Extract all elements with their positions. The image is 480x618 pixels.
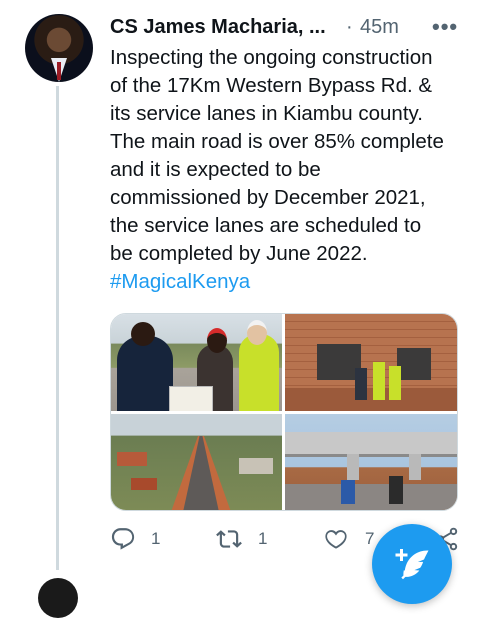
like-count: 7 <box>365 529 375 548</box>
tweet-text-line: its service lanes in Kiambu county. <box>110 102 423 125</box>
photo-underpass-construction[interactable] <box>285 314 457 411</box>
tweet-text-line: The main road is over 85% complete <box>110 130 444 153</box>
reply-button[interactable]: 1 <box>110 524 170 554</box>
compose-tweet-icon <box>395 549 429 580</box>
photo-map-sheet <box>169 386 213 411</box>
photo-overpass-bridge[interactable] <box>285 414 457 510</box>
reply-count: 1 <box>151 529 161 548</box>
next-tweet-avatar[interactable] <box>38 578 78 618</box>
tweet-text-line: be completed by June 2022. <box>110 242 368 265</box>
photo-worker-vest <box>239 334 279 411</box>
tweet-text-line: of the 17Km Western Bypass Rd. & <box>110 74 433 97</box>
photo-worker-head <box>247 320 267 345</box>
photo-road <box>285 484 457 510</box>
retweet-icon <box>216 530 242 548</box>
photo-person <box>355 368 367 400</box>
photo-brick-wall <box>285 314 457 388</box>
photo-officials-inspecting-map[interactable] <box>111 314 282 411</box>
photo-worker-vest <box>373 362 385 400</box>
retweet-button[interactable]: 1 <box>216 524 286 554</box>
photo-roof <box>117 452 147 466</box>
separator-dot: · <box>346 16 353 38</box>
reply-icon <box>111 528 135 550</box>
tweet-text-line: and it is expected to be <box>110 158 321 181</box>
photo-person-head <box>131 322 155 346</box>
photo-bridge-pier <box>347 454 359 480</box>
author-avatar[interactable] <box>25 14 93 82</box>
photo-person <box>117 336 173 411</box>
retweet-count: 1 <box>258 529 268 548</box>
tweet-text-line: Inspecting the ongoing construction <box>110 46 433 69</box>
media-grid <box>110 313 458 511</box>
thread-line <box>56 86 59 570</box>
photo-roof <box>131 478 157 490</box>
compose-tweet-button[interactable] <box>372 524 452 604</box>
photo-person-head <box>207 328 227 353</box>
more-icon[interactable]: ••• <box>432 14 458 40</box>
photo-roof <box>239 458 273 474</box>
photo-aerial-road[interactable] <box>111 414 282 510</box>
tweet-text: Inspecting the ongoing construction of t… <box>110 44 462 296</box>
photo-bridge-pier <box>409 454 421 480</box>
tweet-text-line: the service lanes are scheduled to <box>110 214 422 237</box>
heart-icon <box>325 530 347 549</box>
photo-worker-vest <box>389 366 401 400</box>
photo-bridge-deck <box>285 432 457 457</box>
avatar-tie <box>57 62 61 80</box>
photo-motorbike <box>389 476 403 504</box>
photo-tunnel-opening <box>397 348 431 380</box>
tweet-header: CS James Macharia, ... · 45m ••• <box>110 14 460 40</box>
tweet-text-line: commissioned by December 2021, <box>110 186 426 209</box>
photo-ground <box>285 388 457 411</box>
author-name[interactable]: CS James Macharia, ... <box>110 14 326 40</box>
tweet-time[interactable]: 45m <box>360 14 399 40</box>
photo-motorbike <box>341 480 355 504</box>
hashtag-link[interactable]: #MagicalKenya <box>110 268 462 296</box>
